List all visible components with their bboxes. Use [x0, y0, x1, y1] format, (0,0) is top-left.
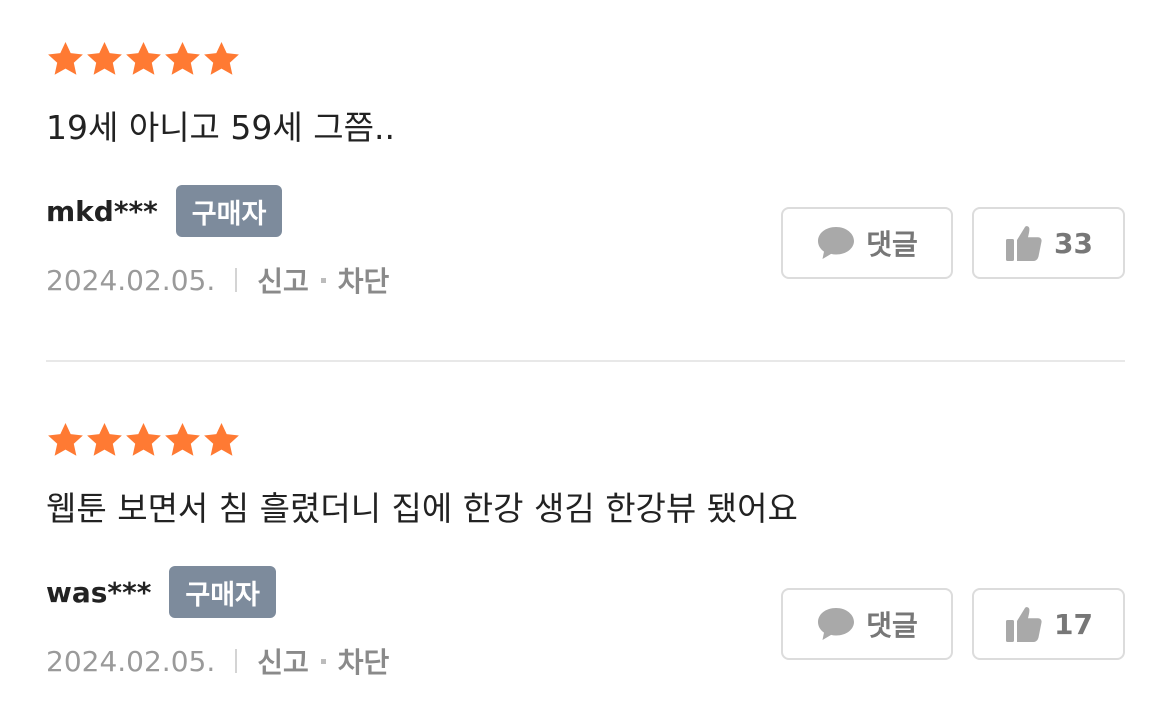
report-link[interactable]: 신고 — [257, 641, 309, 681]
star-icon — [46, 38, 85, 80]
thumbs-up-icon — [1004, 604, 1044, 644]
comment-button[interactable]: 댓글 — [781, 207, 953, 279]
review-item: 웹툰 보면서 침 흘렸더니 집에 한강 생김 한강뷰 됐어요 was*** 구매… — [46, 419, 1125, 719]
block-link[interactable]: 차단 — [338, 260, 390, 300]
speech-bubble-icon — [816, 225, 856, 261]
dot-separator — [320, 277, 326, 283]
like-count: 17 — [1054, 607, 1093, 641]
meta-row: 2024.02.05. 신고 차단 — [46, 641, 389, 681]
author-row: mkd*** 구매자 — [46, 184, 283, 238]
star-icon — [85, 419, 124, 461]
review-item: 19세 아니고 59세 그쯤.. mkd*** 구매자 2024.02.05. … — [46, 38, 1125, 338]
star-icon — [163, 38, 202, 80]
divider — [235, 649, 238, 673]
star-icon — [124, 38, 163, 80]
meta-row: 2024.02.05. 신고 차단 — [46, 260, 389, 300]
star-icon — [202, 38, 241, 80]
buyer-badge: 구매자 — [169, 566, 276, 618]
comment-label: 댓글 — [866, 609, 918, 642]
review-text: 웹툰 보면서 침 흘렸더니 집에 한강 생김 한강뷰 됐어요 — [46, 489, 798, 528]
author-name: mkd*** — [46, 194, 158, 228]
star-icon — [46, 419, 85, 461]
thumbs-up-icon — [1004, 223, 1044, 263]
divider — [235, 268, 238, 292]
star-rating — [46, 419, 241, 461]
star-icon — [202, 419, 241, 461]
comment-label: 댓글 — [866, 228, 918, 261]
dot-separator — [320, 658, 326, 664]
author-name: was*** — [46, 575, 152, 609]
report-link[interactable]: 신고 — [257, 260, 309, 300]
star-icon — [85, 38, 124, 80]
star-rating — [46, 38, 241, 80]
star-icon — [163, 419, 202, 461]
review-divider — [46, 360, 1125, 362]
review-text: 19세 아니고 59세 그쯤.. — [46, 108, 395, 147]
like-count: 33 — [1054, 226, 1093, 260]
speech-bubble-icon — [816, 606, 856, 642]
author-row: was*** 구매자 — [46, 565, 276, 619]
buyer-badge: 구매자 — [175, 185, 283, 237]
like-button[interactable]: 17 — [972, 588, 1125, 660]
like-button[interactable]: 33 — [972, 207, 1125, 279]
review-date: 2024.02.05. — [46, 644, 216, 678]
comment-button[interactable]: 댓글 — [781, 588, 953, 660]
review-date: 2024.02.05. — [46, 263, 216, 297]
block-link[interactable]: 차단 — [338, 641, 390, 681]
star-icon — [124, 419, 163, 461]
